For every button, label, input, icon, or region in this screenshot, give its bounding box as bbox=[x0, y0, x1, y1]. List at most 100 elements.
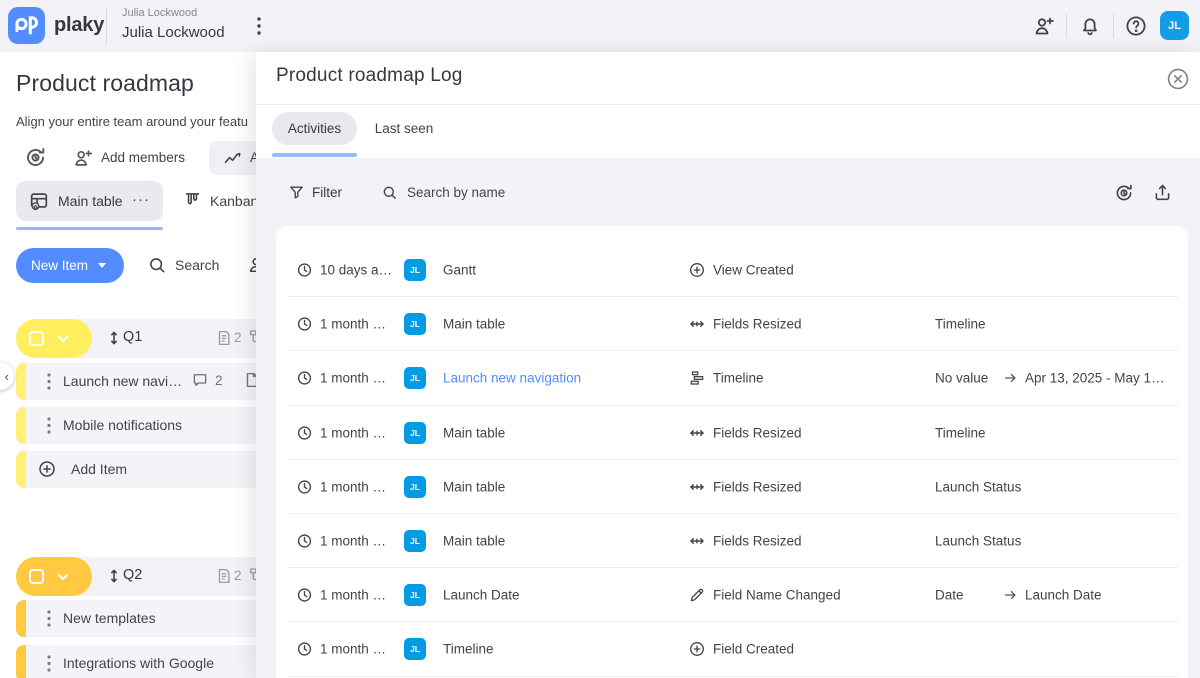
plus-circle-icon bbox=[37, 459, 57, 479]
log-item-name: Timeline bbox=[443, 642, 494, 657]
user-avatar[interactable]: JL bbox=[1160, 11, 1189, 40]
arrow-right-icon bbox=[1003, 371, 1018, 386]
group-pill[interactable] bbox=[16, 319, 92, 358]
new-item-caret-icon[interactable] bbox=[98, 263, 106, 268]
add-members-button[interactable]: Add members bbox=[101, 150, 185, 165]
workspace-menu-icon[interactable] bbox=[250, 14, 268, 38]
resize-icon bbox=[688, 478, 706, 496]
new-item-label: New Item bbox=[16, 258, 88, 273]
board-title: Product roadmap bbox=[16, 70, 194, 97]
item-color-bar bbox=[16, 363, 26, 400]
tab-activities[interactable]: Activities bbox=[272, 112, 357, 145]
group-checkbox[interactable] bbox=[29, 331, 44, 346]
log-time: 1 month … bbox=[320, 479, 394, 494]
doc-count: 2 bbox=[234, 330, 242, 345]
item-color-bar bbox=[16, 451, 26, 488]
log-value-old: Launch Status bbox=[935, 534, 1021, 549]
clock-icon bbox=[296, 424, 313, 441]
log-action: Fields Resized bbox=[713, 425, 802, 440]
clock-icon bbox=[296, 316, 313, 333]
new-item-button[interactable]: New Item bbox=[16, 248, 124, 283]
kanban-icon bbox=[182, 190, 203, 211]
topbar-divider bbox=[1113, 14, 1114, 38]
add-members-icon[interactable] bbox=[72, 147, 94, 169]
item-label: New templates bbox=[63, 610, 156, 626]
log-item-name: Main table bbox=[443, 425, 505, 440]
topbar-divider bbox=[106, 8, 107, 44]
log-item-name: Gantt bbox=[443, 263, 476, 278]
brand-name: plaky bbox=[54, 14, 104, 37]
topbar: plaky Julia Lockwood Julia Lockwood JL bbox=[0, 0, 1200, 52]
sidebar-collapse-handle[interactable]: ‹ bbox=[0, 362, 14, 390]
log-refresh-icon[interactable] bbox=[1113, 182, 1135, 204]
log-panel-tabs: Activities Last seen bbox=[256, 105, 1200, 158]
tab-main-table[interactable]: Main table ··· bbox=[16, 181, 163, 221]
log-search-icon bbox=[381, 184, 398, 201]
plaky-logo-icon[interactable] bbox=[8, 7, 45, 44]
sidebar-search-label[interactable]: Search bbox=[175, 257, 219, 273]
kebab-icon[interactable] bbox=[42, 653, 56, 674]
tab-last-seen[interactable]: Last seen bbox=[368, 112, 440, 145]
log-value-old: No value bbox=[935, 371, 988, 386]
workspace-name[interactable]: Julia Lockwood bbox=[122, 24, 225, 41]
log-time: 1 month … bbox=[320, 534, 394, 549]
tab-activities-underline bbox=[272, 153, 357, 157]
tab-more-icon[interactable]: ··· bbox=[132, 191, 150, 208]
tab-kanban[interactable]: Kanban bbox=[210, 193, 258, 209]
clock-icon bbox=[296, 262, 313, 279]
log-user-avatar: JL bbox=[404, 530, 426, 552]
kebab-icon[interactable] bbox=[42, 371, 56, 392]
group-checkbox[interactable] bbox=[29, 569, 44, 584]
help-icon[interactable] bbox=[1124, 14, 1148, 38]
log-action: Fields Resized bbox=[713, 479, 802, 494]
log-user-avatar: JL bbox=[404, 422, 426, 444]
log-value-old: Launch Status bbox=[935, 479, 1021, 494]
log-row: 1 month …JLTimelineField Created bbox=[276, 622, 1188, 676]
log-value-old: Timeline bbox=[935, 425, 986, 440]
invite-user-icon[interactable] bbox=[1032, 14, 1056, 38]
log-search-input[interactable]: Search by name bbox=[407, 185, 505, 200]
chevron-down-icon[interactable] bbox=[55, 331, 71, 347]
log-row: 1 month …JLMain tableFields ResizedLaunc… bbox=[276, 460, 1188, 514]
log-item-name[interactable]: Launch new navigation bbox=[443, 371, 581, 386]
resize-icon bbox=[688, 424, 706, 442]
log-time: 1 month … bbox=[320, 317, 394, 332]
drag-handle-icon[interactable] bbox=[106, 330, 122, 346]
sidebar-search-icon[interactable] bbox=[147, 255, 167, 275]
doc-icon bbox=[215, 329, 230, 346]
item-color-bar bbox=[16, 407, 26, 444]
resize-icon bbox=[688, 315, 706, 333]
close-icon[interactable] bbox=[1166, 67, 1190, 91]
topbar-divider bbox=[1066, 14, 1067, 38]
log-action: Fields Resized bbox=[713, 534, 802, 549]
log-panel: Product roadmap Log Activities Last seen… bbox=[256, 52, 1200, 678]
log-panel-header: Product roadmap Log bbox=[256, 52, 1200, 105]
log-row: 1 month …JLMain tableFields ResizedTimel… bbox=[276, 406, 1188, 460]
log-panel-body: Filter Search by name 10 days a… JL Gantt V… bbox=[256, 158, 1200, 678]
notifications-bell-icon[interactable] bbox=[1078, 14, 1102, 38]
log-item-name: Launch Date bbox=[443, 588, 520, 603]
item-label: Integrations with Google bbox=[63, 655, 214, 671]
doc-icon bbox=[215, 567, 230, 584]
filter-icon[interactable] bbox=[288, 184, 305, 201]
log-item-name: Main table bbox=[443, 534, 505, 549]
group-pill[interactable] bbox=[16, 557, 92, 596]
export-icon[interactable] bbox=[1152, 182, 1173, 203]
log-value-new: Launch Date bbox=[1025, 588, 1102, 603]
kebab-icon[interactable] bbox=[42, 415, 56, 436]
chevron-down-icon[interactable] bbox=[55, 569, 71, 585]
kebab-icon[interactable] bbox=[42, 608, 56, 629]
log-time: 10 days a… bbox=[320, 263, 394, 278]
plus-circle-icon bbox=[688, 640, 706, 658]
item-color-bar bbox=[16, 645, 26, 678]
clock-icon bbox=[296, 641, 313, 658]
activity-log-icon[interactable] bbox=[23, 145, 48, 170]
tab-main-table-label: Main table bbox=[58, 193, 123, 209]
log-item-name: Main table bbox=[443, 317, 505, 332]
log-action: View Created bbox=[713, 263, 794, 278]
tab-main-table-underline bbox=[16, 227, 163, 230]
drag-handle-icon[interactable] bbox=[106, 568, 122, 584]
log-time: 1 month … bbox=[320, 371, 394, 386]
filter-button[interactable]: Filter bbox=[312, 185, 342, 200]
item-label: Mobile notifications bbox=[63, 417, 182, 433]
